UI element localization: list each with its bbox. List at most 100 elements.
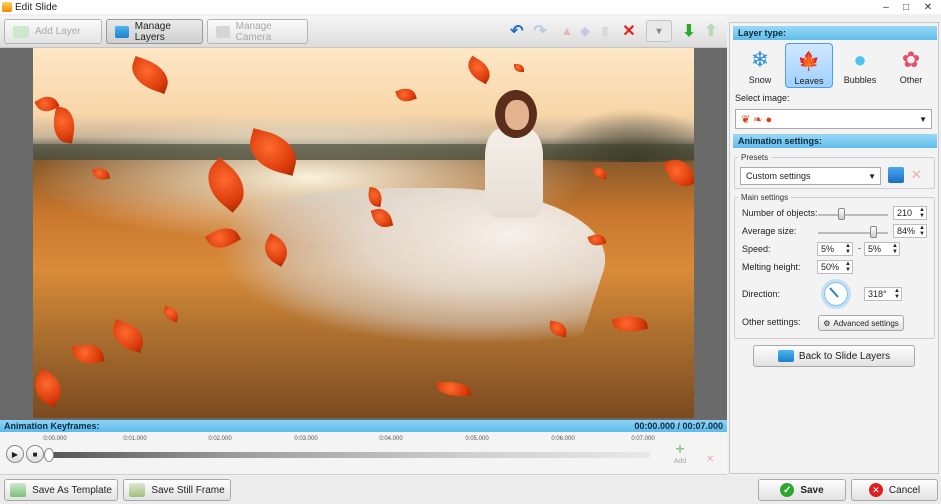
timeline-track[interactable] — [48, 452, 650, 458]
camera-icon — [216, 25, 230, 38]
back-to-slide-layers-button[interactable]: Back to Slide Layers — [753, 345, 915, 367]
timeline-tick: 0:07.000 — [631, 436, 655, 442]
maximize-button[interactable]: □ — [896, 0, 916, 14]
minimize-button[interactable]: – — [876, 0, 896, 14]
direction-needle — [829, 287, 839, 298]
cancel-icon: ✕ — [868, 483, 883, 497]
other-shapes-icon: ✿ — [901, 47, 921, 72]
stop-button[interactable]: ■ — [26, 445, 44, 463]
speed-label: Speed: — [742, 244, 771, 254]
number-of-objects-slider[interactable] — [818, 214, 888, 216]
average-size-thumb[interactable] — [870, 226, 877, 238]
speed-min-spinner[interactable]: 5% ▲ ▼ — [817, 242, 853, 256]
timeline-tick: 0:01.000 — [123, 436, 147, 442]
add-layer-button[interactable]: Add Layer — [4, 19, 102, 44]
melting-height-spinner[interactable]: 50% ▲ ▼ — [817, 260, 853, 274]
chevron-down-icon: ▼ — [868, 171, 876, 181]
average-size-spinner[interactable]: 84% ▲ ▼ — [893, 224, 927, 238]
animation-settings-header: Animation settings: — [733, 134, 937, 148]
move-layer-up-button[interactable]: ⬆ — [700, 20, 722, 42]
select-image-dropdown[interactable]: ❦ ❧ ● ▼ — [735, 109, 932, 129]
delete-layer-button[interactable]: ✕ — [618, 20, 640, 42]
timeline-tick: 0:03.000 — [294, 436, 318, 442]
keyframes-header: Animation Keyframes: 00:00.000 / 00:07.0… — [0, 420, 727, 432]
timeline: ▶ ■ 0:00.000 0:01.000 0:02.000 0:03.000 … — [0, 432, 727, 475]
leaf-icon: 🍁 — [797, 50, 821, 71]
manage-camera-button[interactable]: Manage Camera — [207, 19, 308, 44]
layer-tool-3-icon[interactable]: ▮ — [598, 20, 612, 42]
average-size-label: Average size: — [742, 226, 797, 236]
window-title: Edit Slide — [15, 1, 58, 13]
snowflake-icon: ❄ — [750, 47, 770, 72]
layer-type-other[interactable]: ✿ Other — [887, 43, 935, 88]
layer-tool-2-icon[interactable]: ◆ — [578, 20, 592, 42]
layer-tool-1-icon[interactable]: ▲ — [560, 20, 574, 42]
keyframes-title: Animation Keyframes: — [4, 421, 100, 431]
preset-dropdown[interactable]: Custom settings ▼ — [740, 167, 881, 185]
number-of-objects-thumb[interactable] — [838, 208, 845, 220]
move-layer-down-button[interactable]: ⬇ — [678, 20, 700, 42]
presets-title: Presets — [738, 153, 772, 162]
template-icon — [10, 483, 27, 497]
direction-dial[interactable] — [821, 279, 851, 309]
timeline-tick: 0:06.000 — [551, 436, 575, 442]
layers-icon — [115, 25, 129, 38]
timeline-tick: 0:05.000 — [465, 436, 489, 442]
more-options-dropdown[interactable]: ▾ — [646, 20, 672, 42]
layer-settings-panel: Layer type: ❄ Snow 🍁 Leaves ● Bubbles ✿ … — [729, 22, 939, 474]
average-size-slider[interactable] — [818, 232, 888, 234]
close-button[interactable]: ✕ — [918, 0, 938, 14]
save-as-template-button[interactable]: Save As Template — [4, 479, 118, 501]
save-button[interactable]: ✓ Save — [758, 479, 846, 501]
manage-layers-button[interactable]: Manage Layers — [106, 19, 203, 44]
direction-spinner[interactable]: 318° ▲ ▼ — [864, 287, 902, 301]
leaf-particle — [514, 64, 524, 72]
leaf-particle — [244, 128, 302, 176]
dress-shape — [35, 188, 631, 418]
add-keyframe-button[interactable]: + Add — [668, 441, 692, 466]
chevron-down-icon: ▼ — [919, 114, 927, 124]
add-layer-icon — [13, 25, 29, 38]
gear-icon: ⚙ — [823, 318, 831, 328]
title-bar: Edit Slide – □ ✕ — [0, 0, 941, 14]
plus-icon: + — [675, 441, 685, 458]
slide-preview[interactable] — [0, 48, 727, 420]
melting-height-label: Melting height: — [742, 262, 801, 272]
leaf-particle — [611, 313, 649, 335]
layers-icon — [777, 350, 794, 362]
layer-type-bubbles[interactable]: ● Bubbles — [836, 43, 884, 88]
checkmark-icon: ✓ — [780, 483, 795, 497]
undo-button[interactable]: ↶ — [506, 20, 528, 42]
timeline-tick: 0:04.000 — [379, 436, 403, 442]
other-settings-label: Other settings: — [742, 317, 801, 327]
play-button[interactable]: ▶ — [6, 445, 24, 463]
direction-label: Direction: — [742, 289, 781, 299]
redo-button[interactable]: ↷ — [529, 20, 551, 42]
advanced-settings-button[interactable]: ⚙ Advanced settings — [818, 315, 904, 331]
leaf-particle — [395, 85, 417, 105]
select-image-label: Select image: — [735, 93, 790, 103]
timeline-tick: 0:02.000 — [208, 436, 232, 442]
number-of-objects-label: Number of objects: — [742, 208, 818, 218]
footer-bar: Save As Template Save Still Frame ✓ Save… — [0, 476, 941, 504]
cancel-button[interactable]: ✕ Cancel — [851, 479, 938, 501]
layer-type-leaves[interactable]: 🍁 Leaves — [785, 43, 833, 88]
bubble-icon: ● — [853, 47, 867, 72]
speed-max-spinner[interactable]: 5% ▲ ▼ — [864, 242, 900, 256]
delete-keyframe-button[interactable]: ✕ — [706, 454, 714, 465]
timeline-playhead[interactable] — [44, 448, 54, 462]
delete-preset-icon[interactable]: ✕ — [911, 167, 922, 183]
leaf-particle — [463, 55, 495, 85]
leaf-particle — [592, 166, 608, 180]
leaf-particle — [126, 55, 174, 95]
leaf-particle — [33, 368, 68, 408]
save-still-frame-button[interactable]: Save Still Frame — [123, 479, 231, 501]
number-of-objects-spinner[interactable]: 210 ▲ ▼ — [893, 206, 927, 220]
layer-type-header: Layer type: — [733, 26, 937, 40]
frame-icon — [129, 483, 146, 497]
layer-type-snow[interactable]: ❄ Snow — [736, 43, 784, 88]
leaf-particle — [92, 166, 110, 182]
timeline-tick: 0:00.000 — [43, 436, 67, 442]
leaf-images-icon: ❦ ❧ ● — [741, 113, 773, 126]
save-preset-icon[interactable] — [888, 167, 904, 183]
